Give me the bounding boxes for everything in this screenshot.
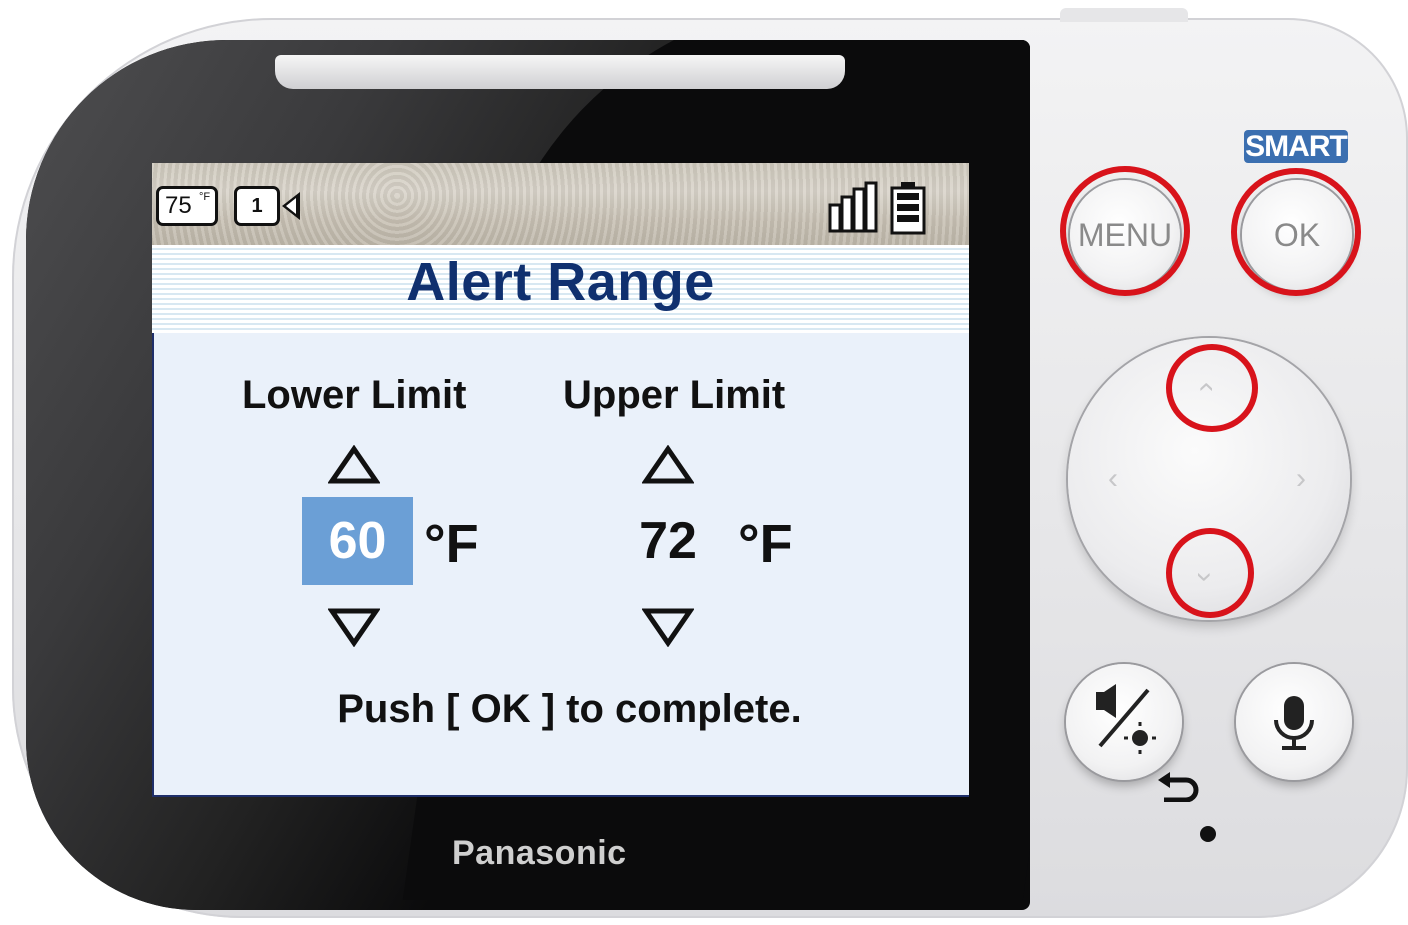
volume-brightness-button[interactable] [1066,664,1182,780]
upper-limit-unit: °F [738,514,793,574]
microphone-hole [1200,826,1216,842]
lower-limit-label: Lower Limit [242,373,467,417]
upper-limit-value[interactable]: 72 [622,497,714,585]
signal-strength-icon [828,181,878,233]
talk-button[interactable] [1236,664,1352,780]
display-screen: 75 °F 1 Alert Range Lower Limit Upper Li… [152,163,969,797]
screen-title: Alert Range [406,252,715,312]
back-arrow-icon [1158,772,1199,802]
brand-logo: Panasonic [452,834,627,872]
dpad-up-highlight [1166,344,1258,432]
lower-limit-value[interactable]: 60 [302,497,413,585]
temperature-value: 75 [165,192,192,219]
dpad-down-highlight [1166,528,1254,618]
smart-badge: SMART [1244,130,1348,163]
camera-icon [282,192,300,220]
top-button [1060,8,1188,22]
temperature-unit: °F [199,191,211,203]
dpad-right-icon[interactable]: › [1296,462,1306,496]
lower-increase-arrow-icon[interactable] [328,445,380,485]
microphone-icon [1274,696,1314,750]
speaker-brightness-icon [1096,684,1156,754]
dpad-left-icon[interactable]: ‹ [1108,462,1118,496]
battery-icon [890,182,926,235]
instruction-text: Push [ OK ] to complete. [337,687,802,731]
upper-decrease-arrow-icon[interactable] [642,607,694,647]
speaker-grille [275,55,845,89]
ok-button-highlight [1231,168,1361,296]
menu-button-highlight [1060,166,1190,296]
camera-number-badge: 1 [234,186,280,226]
lower-decrease-arrow-icon[interactable] [328,607,380,647]
upper-increase-arrow-icon[interactable] [642,445,694,485]
lower-limit-unit: °F [424,514,479,574]
room-temperature-badge: 75 °F [156,186,218,226]
upper-limit-label: Upper Limit [563,373,786,417]
